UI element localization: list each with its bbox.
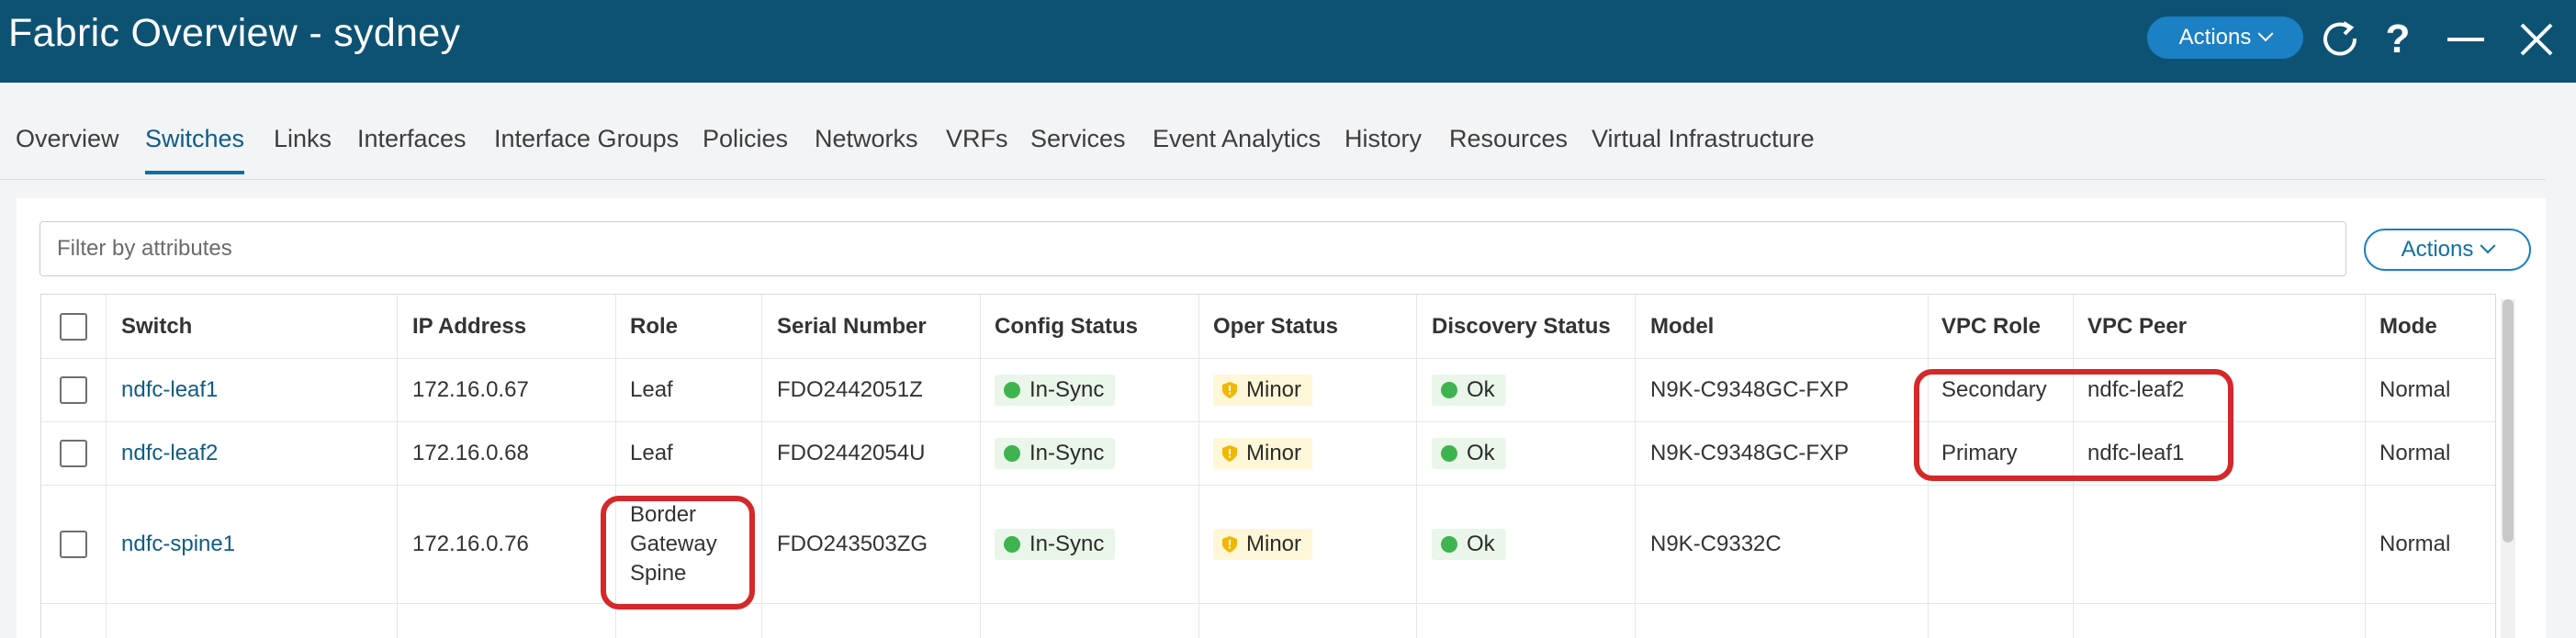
ip-address: 172.16.0.68 [412, 441, 529, 465]
warning-shield-icon [1222, 445, 1237, 462]
oper-status-badge: Minor [1213, 529, 1313, 560]
role: Leaf [630, 441, 673, 465]
chevron-down-icon [2480, 238, 2496, 254]
config-status-badge: In-Sync [995, 529, 1116, 560]
config-status-badge: In-Sync [995, 375, 1116, 406]
serial-number: FDO2442051Z [777, 377, 923, 402]
mode: Normal [2379, 532, 2451, 556]
chevron-down-icon [2257, 26, 2274, 42]
tab-interface-groups[interactable]: Interface Groups [494, 125, 679, 153]
page-title: Fabric Overview - sydney [8, 11, 461, 55]
status-ok-icon [1004, 382, 1020, 398]
tab-services[interactable]: Services [1030, 125, 1126, 153]
column-header-oper-status[interactable]: Oper Status [1213, 295, 1338, 358]
oper-status-badge: Minor [1213, 375, 1313, 406]
column-header-vpc-role[interactable]: VPC Role [1941, 295, 2041, 358]
tab-virtual-infrastructure[interactable]: Virtual Infrastructure [1592, 125, 1815, 153]
refresh-icon[interactable] [2317, 17, 2363, 62]
row-checkbox[interactable] [60, 376, 87, 404]
vpc-highlight-box [1914, 369, 2233, 481]
status-ok-icon [1441, 445, 1457, 462]
discovery-status-badge: Ok [1432, 529, 1506, 560]
mode: Normal [2379, 441, 2451, 465]
status-ok-icon [1441, 536, 1457, 553]
switch-link[interactable]: ndfc-leaf2 [121, 422, 218, 485]
discovery-status-badge: Ok [1432, 375, 1506, 406]
tab-resources[interactable]: Resources [1449, 125, 1568, 153]
model: N9K-C9348GC-FXP [1650, 441, 1850, 465]
table-row[interactable]: ndfc-spine1 172.16.0.76 Border Gateway S… [41, 486, 2495, 604]
column-header-config-status[interactable]: Config Status [995, 295, 1138, 358]
discovery-status-badge: Ok [1432, 438, 1506, 469]
status-ok-icon [1441, 382, 1457, 398]
tab-event-analytics[interactable]: Event Analytics [1153, 125, 1321, 153]
column-header-serial-number[interactable]: Serial Number [777, 295, 927, 358]
header-actions-button[interactable]: Actions [2147, 17, 2303, 59]
table-scrollbar[interactable] [2501, 299, 2515, 638]
table-row [41, 604, 2495, 638]
warning-shield-icon [1222, 536, 1237, 553]
status-ok-icon [1004, 445, 1020, 462]
tab-switches[interactable]: Switches [145, 125, 245, 174]
role: Leaf [630, 377, 673, 402]
help-icon[interactable]: ? [2375, 17, 2421, 62]
config-status-badge: In-Sync [995, 438, 1116, 469]
table-header-row: Switch IP Address Role Serial Number Con… [41, 295, 2495, 359]
row-checkbox[interactable] [60, 440, 87, 467]
column-header-model[interactable]: Model [1650, 295, 1714, 358]
column-header-switch[interactable]: Switch [121, 295, 192, 358]
switch-link[interactable]: ndfc-spine1 [121, 486, 235, 603]
switch-link[interactable]: ndfc-leaf1 [121, 359, 218, 421]
ip-address: 172.16.0.76 [412, 532, 529, 556]
ip-address: 172.16.0.67 [412, 377, 529, 402]
header-bar: Fabric Overview - sydney Actions ? [0, 0, 2576, 83]
minimize-icon[interactable] [2443, 17, 2489, 62]
status-ok-icon [1004, 536, 1020, 553]
column-header-discovery-status[interactable]: Discovery Status [1432, 295, 1611, 358]
serial-number: FDO2442054U [777, 441, 926, 465]
column-header-ip-address[interactable]: IP Address [412, 295, 526, 358]
actions-button-label: Actions [2401, 237, 2474, 262]
warning-shield-icon [1222, 382, 1237, 398]
scrollbar-thumb[interactable] [2503, 299, 2514, 543]
row-checkbox[interactable] [60, 531, 87, 558]
tab-networks[interactable]: Networks [815, 125, 918, 153]
oper-status-badge: Minor [1213, 438, 1313, 469]
tab-policies[interactable]: Policies [703, 125, 788, 153]
model: N9K-C9332C [1650, 532, 1782, 556]
column-header-vpc-peer[interactable]: VPC Peer [2087, 295, 2187, 358]
tab-bar: Overview Switches Links Interfaces Inter… [0, 119, 2546, 180]
header-actions-label: Actions [2178, 25, 2252, 50]
column-header-role[interactable]: Role [630, 295, 678, 358]
select-all-checkbox[interactable] [60, 312, 87, 341]
filter-input[interactable] [39, 221, 2346, 276]
tab-links[interactable]: Links [274, 125, 332, 153]
model: N9K-C9348GC-FXP [1650, 377, 1850, 402]
tab-overview[interactable]: Overview [16, 125, 119, 153]
tab-interfaces[interactable]: Interfaces [357, 125, 467, 153]
column-header-mode[interactable]: Mode [2379, 295, 2437, 358]
serial-number: FDO243503ZG [777, 532, 928, 556]
mode: Normal [2379, 377, 2451, 402]
tab-history[interactable]: History [1344, 125, 1422, 153]
actions-button[interactable]: Actions [2364, 229, 2531, 271]
close-icon[interactable] [2514, 17, 2559, 62]
tab-vrfs[interactable]: VRFs [946, 125, 1008, 153]
role-highlight-box [601, 496, 755, 610]
